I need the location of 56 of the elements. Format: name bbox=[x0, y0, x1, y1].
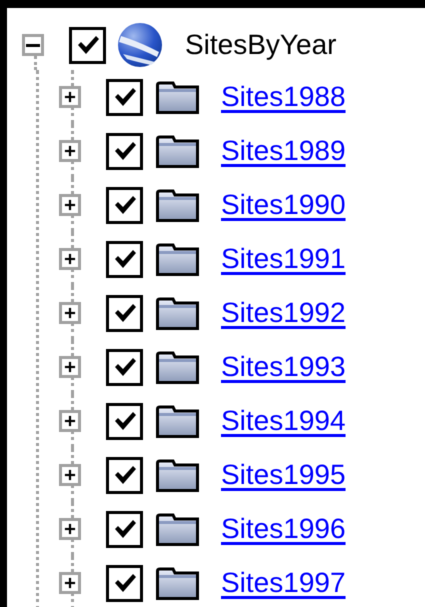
expand-button[interactable] bbox=[59, 356, 81, 378]
minus-icon bbox=[26, 44, 40, 46]
expand-button[interactable] bbox=[59, 572, 81, 594]
expand-button[interactable] bbox=[59, 248, 81, 270]
checkbox[interactable] bbox=[106, 456, 143, 494]
folder-icon bbox=[156, 566, 199, 600]
folder-link[interactable]: Sites1995 bbox=[221, 457, 346, 493]
folder-link[interactable]: Sites1997 bbox=[221, 565, 346, 601]
folder-icon bbox=[156, 512, 199, 546]
folder-link[interactable]: Sites1990 bbox=[221, 187, 346, 223]
checkbox[interactable] bbox=[106, 186, 143, 224]
checkmark-icon bbox=[112, 248, 136, 270]
checkbox[interactable] bbox=[106, 132, 143, 170]
folder-icon bbox=[156, 80, 199, 114]
folder-name[interactable]: SitesByYear bbox=[185, 27, 336, 63]
folder-link[interactable]: Sites1989 bbox=[221, 133, 346, 169]
checkbox[interactable] bbox=[106, 78, 143, 116]
folder-icon bbox=[156, 242, 199, 276]
folder-link[interactable]: Sites1993 bbox=[221, 349, 346, 385]
checkbox[interactable] bbox=[106, 240, 143, 278]
checkbox[interactable] bbox=[106, 294, 143, 332]
checkmark-icon bbox=[112, 302, 136, 324]
expand-button[interactable] bbox=[59, 302, 81, 324]
folder-link[interactable]: Sites1991 bbox=[221, 241, 346, 277]
folder-icon bbox=[156, 188, 199, 222]
checkmark-icon bbox=[112, 464, 136, 486]
folder-link[interactable]: Sites1988 bbox=[221, 79, 346, 115]
folder-link[interactable]: Sites1992 bbox=[221, 295, 346, 331]
folder-icon bbox=[156, 458, 199, 492]
checkbox[interactable] bbox=[106, 564, 143, 602]
folder-icon bbox=[156, 404, 199, 438]
expand-button[interactable] bbox=[59, 464, 81, 486]
checkmark-icon bbox=[76, 34, 100, 56]
folder-link[interactable]: Sites1996 bbox=[221, 511, 346, 547]
expand-button[interactable] bbox=[59, 410, 81, 432]
checkmark-icon bbox=[112, 356, 136, 378]
checkmark-icon bbox=[112, 194, 136, 216]
folder-link[interactable]: Sites1994 bbox=[221, 403, 346, 439]
checkmark-icon bbox=[112, 572, 136, 594]
expand-button[interactable] bbox=[59, 86, 81, 108]
checkmark-icon bbox=[112, 518, 136, 540]
globe-icon bbox=[115, 22, 165, 68]
folder-icon bbox=[156, 296, 199, 330]
folder-icon bbox=[156, 350, 199, 384]
checkbox[interactable] bbox=[106, 348, 143, 386]
checkbox[interactable] bbox=[106, 510, 143, 548]
checkmark-icon bbox=[112, 140, 136, 162]
collapse-button[interactable] bbox=[22, 34, 44, 56]
checkbox[interactable] bbox=[106, 402, 143, 440]
folder-icon bbox=[156, 134, 199, 168]
expand-button[interactable] bbox=[59, 194, 81, 216]
checkmark-icon bbox=[112, 86, 136, 108]
expand-button[interactable] bbox=[59, 140, 81, 162]
checkmark-icon bbox=[112, 410, 136, 432]
expand-button[interactable] bbox=[59, 518, 81, 540]
checkbox[interactable] bbox=[69, 26, 106, 64]
